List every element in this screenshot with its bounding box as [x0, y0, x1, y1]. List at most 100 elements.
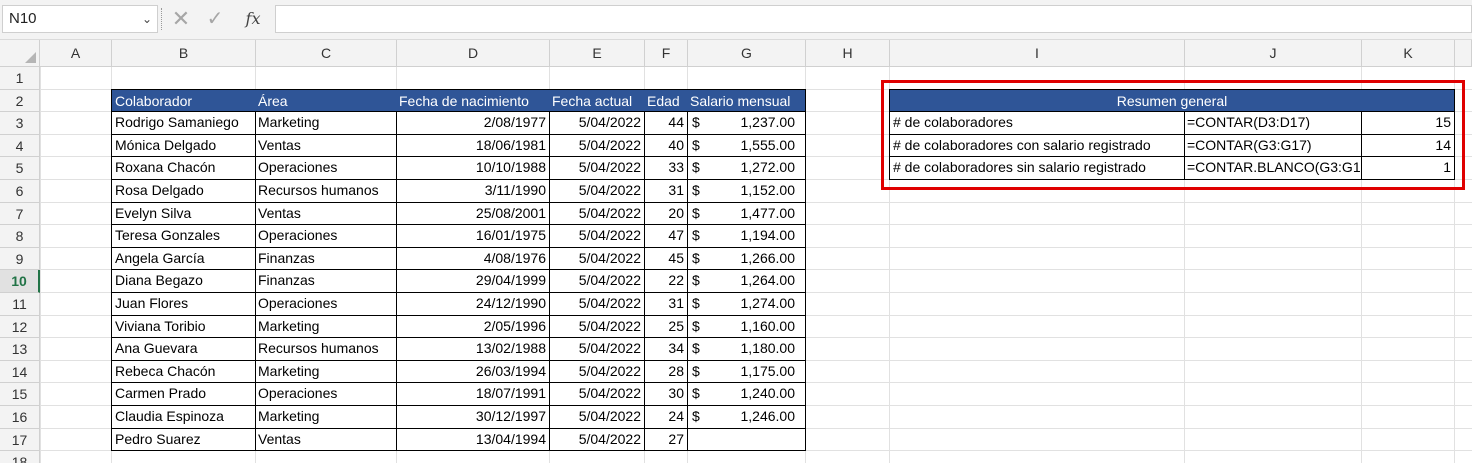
table-header-cell[interactable]: Salario mensual — [687, 88, 806, 113]
table-cell[interactable]: Evelyn Silva — [111, 201, 256, 226]
chevron-down-icon[interactable]: ⌄ — [142, 6, 152, 32]
cancel-icon[interactable]: ✕ — [170, 6, 192, 32]
row-header-6[interactable]: 6 — [0, 180, 40, 203]
table-cell[interactable]: 10/10/1988 — [396, 156, 550, 180]
table-cell[interactable]: 33 — [644, 156, 688, 180]
table-cell[interactable]: Claudia Espinoza — [111, 405, 256, 429]
row-header-4[interactable]: 4 — [0, 134, 40, 158]
table-cell[interactable]: 5/04/2022 — [549, 314, 645, 339]
table-cell[interactable]: 30 — [644, 382, 688, 406]
table-header-cell[interactable]: Colaborador — [111, 88, 256, 113]
table-cell[interactable]: 27 — [644, 427, 688, 452]
table-cell[interactable]: 5/04/2022 — [549, 156, 645, 180]
table-cell[interactable]: Operaciones — [255, 292, 397, 316]
table-cell[interactable]: 13/02/1988 — [396, 337, 550, 361]
table-cell[interactable]: 20 — [644, 201, 688, 226]
table-cell[interactable]: 2/05/1996 — [396, 314, 550, 339]
table-cell[interactable]: Finanzas — [255, 269, 397, 293]
table-cell[interactable]: 3/11/1990 — [396, 179, 550, 203]
table-cell[interactable]: 5/04/2022 — [549, 337, 645, 361]
table-cell-salary[interactable]: $1,266.00 — [687, 246, 806, 271]
table-cell[interactable]: 28 — [644, 359, 688, 384]
table-cell[interactable]: Operaciones — [255, 382, 397, 406]
table-cell[interactable]: Recursos humanos — [255, 179, 397, 203]
table-cell[interactable]: Operaciones — [255, 224, 397, 248]
column-header-e[interactable]: E — [550, 40, 645, 67]
table-cell[interactable]: 4/08/1976 — [396, 246, 550, 271]
table-cell[interactable]: 31 — [644, 292, 688, 316]
table-cell[interactable]: 26/03/1994 — [396, 359, 550, 384]
table-cell[interactable]: 24/12/1990 — [396, 292, 550, 316]
table-cell[interactable]: Teresa Gonzales — [111, 224, 256, 248]
table-cell-salary[interactable]: $1,274.00 — [687, 292, 806, 316]
row-header-14[interactable]: 14 — [0, 360, 40, 384]
table-cell[interactable]: 5/04/2022 — [549, 201, 645, 226]
table-cell[interactable]: Marketing — [255, 314, 397, 339]
table-cell[interactable]: 5/04/2022 — [549, 111, 645, 135]
table-cell[interactable]: 5/04/2022 — [549, 269, 645, 293]
table-cell[interactable]: 5/04/2022 — [549, 133, 645, 158]
column-header-a[interactable]: A — [40, 40, 112, 67]
table-cell[interactable]: Rodrigo Samaniego — [111, 111, 256, 135]
table-header-cell[interactable]: Fecha de nacimiento — [396, 88, 550, 113]
table-cell[interactable]: 5/04/2022 — [549, 292, 645, 316]
table-cell[interactable]: 34 — [644, 337, 688, 361]
table-cell[interactable]: Marketing — [255, 359, 397, 384]
table-cell[interactable]: Mónica Delgado — [111, 133, 256, 158]
table-cell[interactable]: Pedro Suarez — [111, 427, 256, 452]
row-header-8[interactable]: 8 — [0, 225, 40, 248]
column-header-overflow[interactable] — [1455, 40, 1472, 67]
table-cell[interactable]: 5/04/2022 — [549, 359, 645, 384]
name-box[interactable]: N10 ⌄ — [2, 5, 158, 33]
table-cell[interactable]: Viviana Toribio — [111, 314, 256, 339]
table-cell[interactable]: Recursos humanos — [255, 337, 397, 361]
table-cell[interactable]: 5/04/2022 — [549, 405, 645, 429]
table-header-cell[interactable]: Edad — [644, 88, 688, 113]
table-cell[interactable]: Marketing — [255, 111, 397, 135]
row-header-2[interactable]: 2 — [0, 89, 40, 113]
table-cell[interactable]: Finanzas — [255, 246, 397, 271]
table-cell[interactable]: Rosa Delgado — [111, 179, 256, 203]
table-cell[interactable]: 40 — [644, 133, 688, 158]
table-cell-salary[interactable]: $1,477.00 — [687, 201, 806, 226]
row-header-15[interactable]: 15 — [0, 383, 40, 406]
table-cell[interactable]: 24 — [644, 405, 688, 429]
table-cell[interactable]: Ventas — [255, 427, 397, 452]
table-cell[interactable]: Angela García — [111, 246, 256, 271]
table-cell-salary[interactable]: $1,194.00 — [687, 224, 806, 248]
table-cell-salary[interactable]: $1,272.00 — [687, 156, 806, 180]
table-cell[interactable]: Ana Guevara — [111, 337, 256, 361]
table-cell[interactable]: 45 — [644, 246, 688, 271]
table-cell[interactable]: 22 — [644, 269, 688, 293]
table-cell[interactable]: 16/01/1975 — [396, 224, 550, 248]
table-cell[interactable]: 47 — [644, 224, 688, 248]
table-cell[interactable]: Ventas — [255, 201, 397, 226]
table-cell[interactable]: 25/08/2001 — [396, 201, 550, 226]
table-cell[interactable]: Operaciones — [255, 156, 397, 180]
table-cell-salary[interactable]: $1,240.00 — [687, 382, 806, 406]
table-cell-salary[interactable]: $1,246.00 — [687, 405, 806, 429]
table-header-cell[interactable]: Fecha actual — [549, 88, 645, 113]
table-cell[interactable]: 44 — [644, 111, 688, 135]
row-header-3[interactable]: 3 — [0, 112, 40, 135]
table-cell[interactable]: Carmen Prado — [111, 382, 256, 406]
table-cell[interactable]: Marketing — [255, 405, 397, 429]
column-header-k[interactable]: K — [1362, 40, 1455, 67]
row-header-11[interactable]: 11 — [0, 293, 40, 316]
table-cell[interactable]: 5/04/2022 — [549, 382, 645, 406]
table-cell[interactable]: 13/04/1994 — [396, 427, 550, 452]
table-cell[interactable]: Ventas — [255, 133, 397, 158]
column-header-c[interactable]: C — [256, 40, 397, 67]
column-header-j[interactable]: J — [1185, 40, 1362, 67]
table-cell[interactable]: 5/04/2022 — [549, 179, 645, 203]
row-header-12[interactable]: 12 — [0, 315, 40, 339]
table-cell-salary[interactable] — [687, 427, 806, 452]
column-header-g[interactable]: G — [688, 40, 806, 67]
table-cell[interactable]: 5/04/2022 — [549, 224, 645, 248]
column-header-b[interactable]: B — [112, 40, 256, 67]
row-header-7[interactable]: 7 — [0, 202, 40, 226]
table-cell[interactable]: 30/12/1997 — [396, 405, 550, 429]
column-header-i[interactable]: I — [890, 40, 1185, 67]
table-cell-salary[interactable]: $1,264.00 — [687, 269, 806, 293]
table-cell[interactable]: Rebeca Chacón — [111, 359, 256, 384]
